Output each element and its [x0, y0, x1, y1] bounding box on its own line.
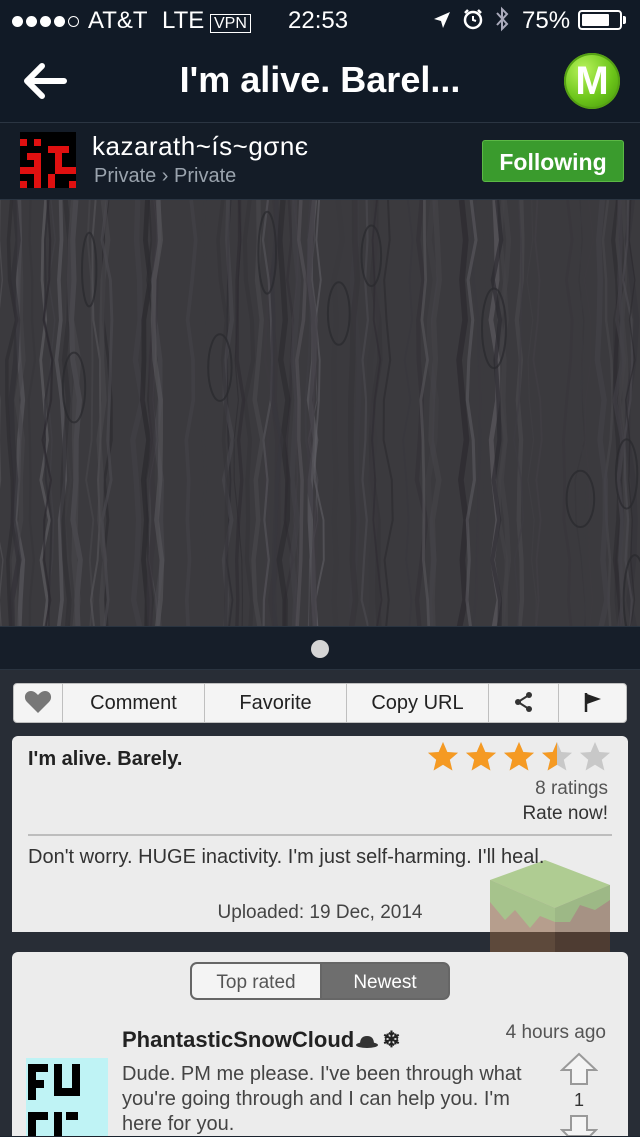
author-avatar[interactable] — [20, 132, 76, 188]
comment-vote-count: 1 — [573, 1090, 584, 1110]
author-name[interactable]: kazarath~ís~gσnє — [92, 131, 309, 162]
star-icon-5[interactable] — [578, 740, 612, 774]
star-icon-1[interactable] — [426, 740, 460, 774]
post-description: Don't worry. HUGE inactivity. I'm just s… — [28, 846, 545, 868]
copy-url-button[interactable]: Copy URL — [347, 683, 489, 723]
hat-icon — [356, 1036, 379, 1049]
comment-button[interactable]: Comment — [63, 683, 205, 723]
star-icon-2[interactable] — [464, 740, 498, 774]
report-button[interactable] — [559, 683, 627, 723]
downvote-arrow-icon[interactable] — [560, 1114, 598, 1136]
network-label: LTE — [162, 7, 205, 34]
following-button[interactable]: Following — [482, 140, 624, 182]
bluetooth-icon — [496, 6, 509, 32]
m-logo-icon[interactable]: M — [564, 53, 620, 109]
status-bar: AT&T LTE VPN 22:53 75% — [0, 0, 640, 40]
page-title: I'm alive. Barel... — [179, 59, 461, 100]
like-button[interactable] — [13, 683, 63, 723]
tab-newest[interactable]: Newest — [320, 962, 450, 1000]
comment-timestamp: 4 hours ago — [505, 1022, 606, 1043]
heart-icon — [24, 691, 51, 714]
carrier-label: AT&T — [88, 7, 148, 34]
back-arrow-icon[interactable] — [18, 60, 78, 102]
commenter-name[interactable]: PhantasticSnowCloud ❄ — [122, 1027, 401, 1053]
commenter-name-text: PhantasticSnowCloud — [122, 1027, 355, 1052]
divider — [28, 834, 612, 836]
ratings-count: 8 ratings — [535, 778, 608, 799]
location-arrow-icon — [434, 12, 450, 28]
star-icon-3[interactable] — [502, 740, 536, 774]
star-icon-4[interactable] — [540, 740, 574, 774]
tab-top-rated[interactable]: Top rated — [190, 962, 320, 1000]
rate-now-link[interactable]: Rate now! — [460, 803, 608, 825]
snowflake-icon: ❄ — [382, 1027, 401, 1052]
share-button[interactable] — [489, 683, 559, 723]
battery-icon — [578, 10, 622, 30]
flag-icon — [584, 693, 601, 713]
upload-date: Uploaded: 19 Dec, 2014 — [217, 902, 423, 923]
clock: 22:53 — [288, 7, 349, 34]
page-indicator-dot[interactable] — [311, 640, 329, 658]
signal-strength-icon — [12, 7, 82, 35]
post-image[interactable] — [0, 200, 640, 626]
share-icon — [514, 692, 532, 713]
favorite-button[interactable]: Favorite — [205, 683, 347, 723]
battery-percent: 75% — [522, 7, 571, 34]
author-category: Private › Private — [94, 165, 237, 187]
alarm-icon — [463, 9, 483, 30]
comment-text: Dude. PM me please. I've been through wh… — [122, 1063, 522, 1135]
vpn-badge: VPN — [210, 13, 251, 33]
upvote-arrow-icon[interactable] — [560, 1052, 598, 1086]
commenter-avatar[interactable] — [26, 1058, 108, 1136]
post-title: I'm alive. Barely. — [28, 748, 183, 770]
